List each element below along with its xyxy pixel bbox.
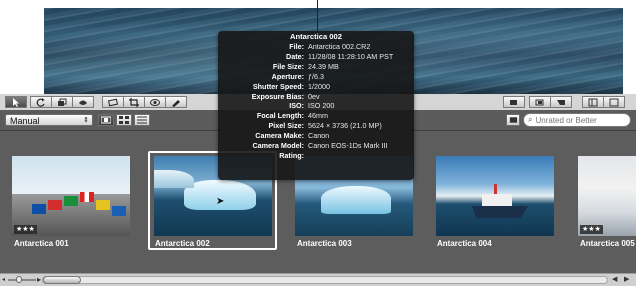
- search-field[interactable]: ⌕: [523, 113, 631, 127]
- grid-view-button[interactable]: [116, 114, 132, 126]
- tool-group-edit: [102, 96, 187, 109]
- hud-key: Camera Model:: [252, 141, 304, 151]
- spot-patch-icon[interactable]: [165, 96, 187, 108]
- crop-icon[interactable]: [123, 96, 145, 108]
- zoom-in-icon[interactable]: ▸: [37, 275, 41, 284]
- straighten-icon[interactable]: [102, 96, 124, 108]
- filmstrip-view-button[interactable]: [98, 114, 114, 126]
- red-eye-icon[interactable]: [144, 96, 166, 108]
- tool-d-icon[interactable]: [582, 96, 604, 108]
- scrollbar-track[interactable]: [42, 276, 608, 284]
- ship-hull-shape: [472, 206, 528, 218]
- hud-key: Date:: [286, 51, 304, 61]
- hud-row: File: Antarctica 002.CR2: [218, 42, 414, 52]
- thumbnail-antarctica-005[interactable]: ★★★: [578, 156, 636, 236]
- thumbnail-label: Antarctica 004: [437, 239, 492, 248]
- tool-b-icon[interactable]: [529, 96, 551, 108]
- select-tool-icon[interactable]: [5, 96, 27, 108]
- flag-shape: [112, 206, 126, 216]
- flag-shape: [32, 204, 46, 214]
- tool-group-main: [30, 96, 94, 109]
- hud-row: Shutter Speed: 1/2000: [218, 82, 414, 92]
- flag-shape: [96, 200, 110, 210]
- zoom-slider-knob[interactable]: [16, 276, 22, 283]
- cursor-icon: ➤: [216, 196, 225, 207]
- hud-value: Antarctica 002.CR2: [308, 42, 371, 51]
- flag-shape: [48, 200, 62, 210]
- scroll-left-icon[interactable]: ◀: [612, 275, 617, 283]
- hud-row: File Size: 24.39 MB: [218, 62, 414, 72]
- thumbnail-label: Antarctica 003: [297, 239, 352, 248]
- tool-group-right-2: [529, 96, 572, 109]
- hud-key: File:: [289, 42, 304, 51]
- ship-cabin-shape: [482, 194, 512, 206]
- hud-value: ISO 200: [308, 101, 335, 111]
- hud-value: 5624 × 3736 (21.0 MP): [308, 121, 382, 131]
- iceberg-shape: [321, 186, 391, 214]
- search-input[interactable]: [535, 115, 620, 125]
- rating-stars: ★★★: [14, 225, 37, 234]
- hud-value: 24.39 MB: [308, 61, 339, 71]
- hud-value: Canon EOS-1Ds Mark III: [308, 141, 388, 151]
- metadata-hud: Antarctica 002 File: Antarctica 002.CR2 D…: [218, 31, 414, 180]
- zoom-out-icon[interactable]: ◂: [2, 276, 5, 283]
- hud-row: Camera Make: Canon: [218, 131, 414, 141]
- thumbnail-antarctica-004[interactable]: [436, 156, 554, 236]
- hud-row: Camera Model: Canon EOS-1Ds Mark III: [218, 141, 414, 151]
- hud-key: Camera Make:: [255, 131, 304, 141]
- rotate-icon[interactable]: [30, 96, 52, 108]
- tool-group-right: [503, 96, 525, 109]
- hud-key: Rating:: [279, 150, 304, 160]
- tool-e-icon[interactable]: [603, 96, 625, 108]
- hud-key: ISO:: [289, 101, 304, 111]
- zoom-slider-track[interactable]: [8, 279, 36, 281]
- hud-value: ƒ/6.3: [308, 71, 324, 81]
- hud-key: Aperture:: [271, 71, 304, 81]
- ship-mast-shape: [494, 184, 497, 194]
- bottom-bar: ◂ ▸ ◀ ▶: [0, 273, 636, 286]
- hud-value: Canon: [308, 131, 330, 141]
- thumbnail-image: [578, 156, 636, 236]
- stack-icon[interactable]: [51, 96, 73, 108]
- hud-row: Focal Length: 46mm: [218, 111, 414, 121]
- hud-row: Aperture: ƒ/6.3: [218, 72, 414, 82]
- thumbnail-label: Antarctica 005: [580, 239, 635, 248]
- lift-icon[interactable]: [72, 96, 94, 108]
- search-icon: ⌕: [528, 115, 533, 124]
- flag-shape: [80, 192, 94, 202]
- hud-value: 1/2000: [308, 81, 330, 91]
- sort-select[interactable]: Manual ⇕: [5, 114, 93, 126]
- hud-row: Date: 11/28/08 11:28:10 AM PST: [218, 52, 414, 62]
- thumbnail-antarctica-001[interactable]: ★★★: [12, 156, 130, 236]
- hud-key: Focal Length:: [256, 111, 304, 121]
- iceberg-shape: [154, 170, 194, 188]
- hud-value: 11/28/08 11:28:10 AM PST: [308, 51, 394, 61]
- thumbnail-label: Antarctica 002: [155, 239, 210, 248]
- scroll-right-icon[interactable]: ▶: [624, 275, 629, 283]
- tool-a-icon[interactable]: [503, 96, 525, 108]
- hud-row: Exposure Bias: 0ev: [218, 92, 414, 102]
- tool-c-icon[interactable]: [550, 96, 572, 108]
- hud-key: File Size:: [272, 61, 304, 71]
- thumbnail-label: Antarctica 001: [14, 239, 69, 248]
- flag-shape: [64, 196, 78, 206]
- hud-value: 0ev: [308, 91, 320, 101]
- callout-line: [317, 0, 318, 32]
- chevron-updown-icon: ⇕: [83, 117, 89, 124]
- hud-value: 46mm: [308, 111, 328, 121]
- scrollbar-thumb[interactable]: [43, 276, 81, 284]
- hud-key: Exposure Bias:: [251, 91, 304, 101]
- hud-title: Antarctica 002: [290, 32, 342, 41]
- tool-group-right-3: [582, 96, 625, 109]
- rating-stars: ★★★: [580, 225, 603, 234]
- hud-key: Shutter Speed:: [252, 81, 304, 91]
- hud-row: Rating:: [218, 151, 414, 161]
- list-view-button[interactable]: [134, 114, 150, 126]
- hud-key: Pixel Size:: [268, 121, 304, 131]
- hud-row: ISO: ISO 200: [218, 101, 414, 111]
- filter-button[interactable]: [506, 114, 520, 126]
- tool-group-left: [5, 96, 27, 109]
- sort-select-value: Manual: [10, 116, 40, 126]
- hud-row: Pixel Size: 5624 × 3736 (21.0 MP): [218, 121, 414, 131]
